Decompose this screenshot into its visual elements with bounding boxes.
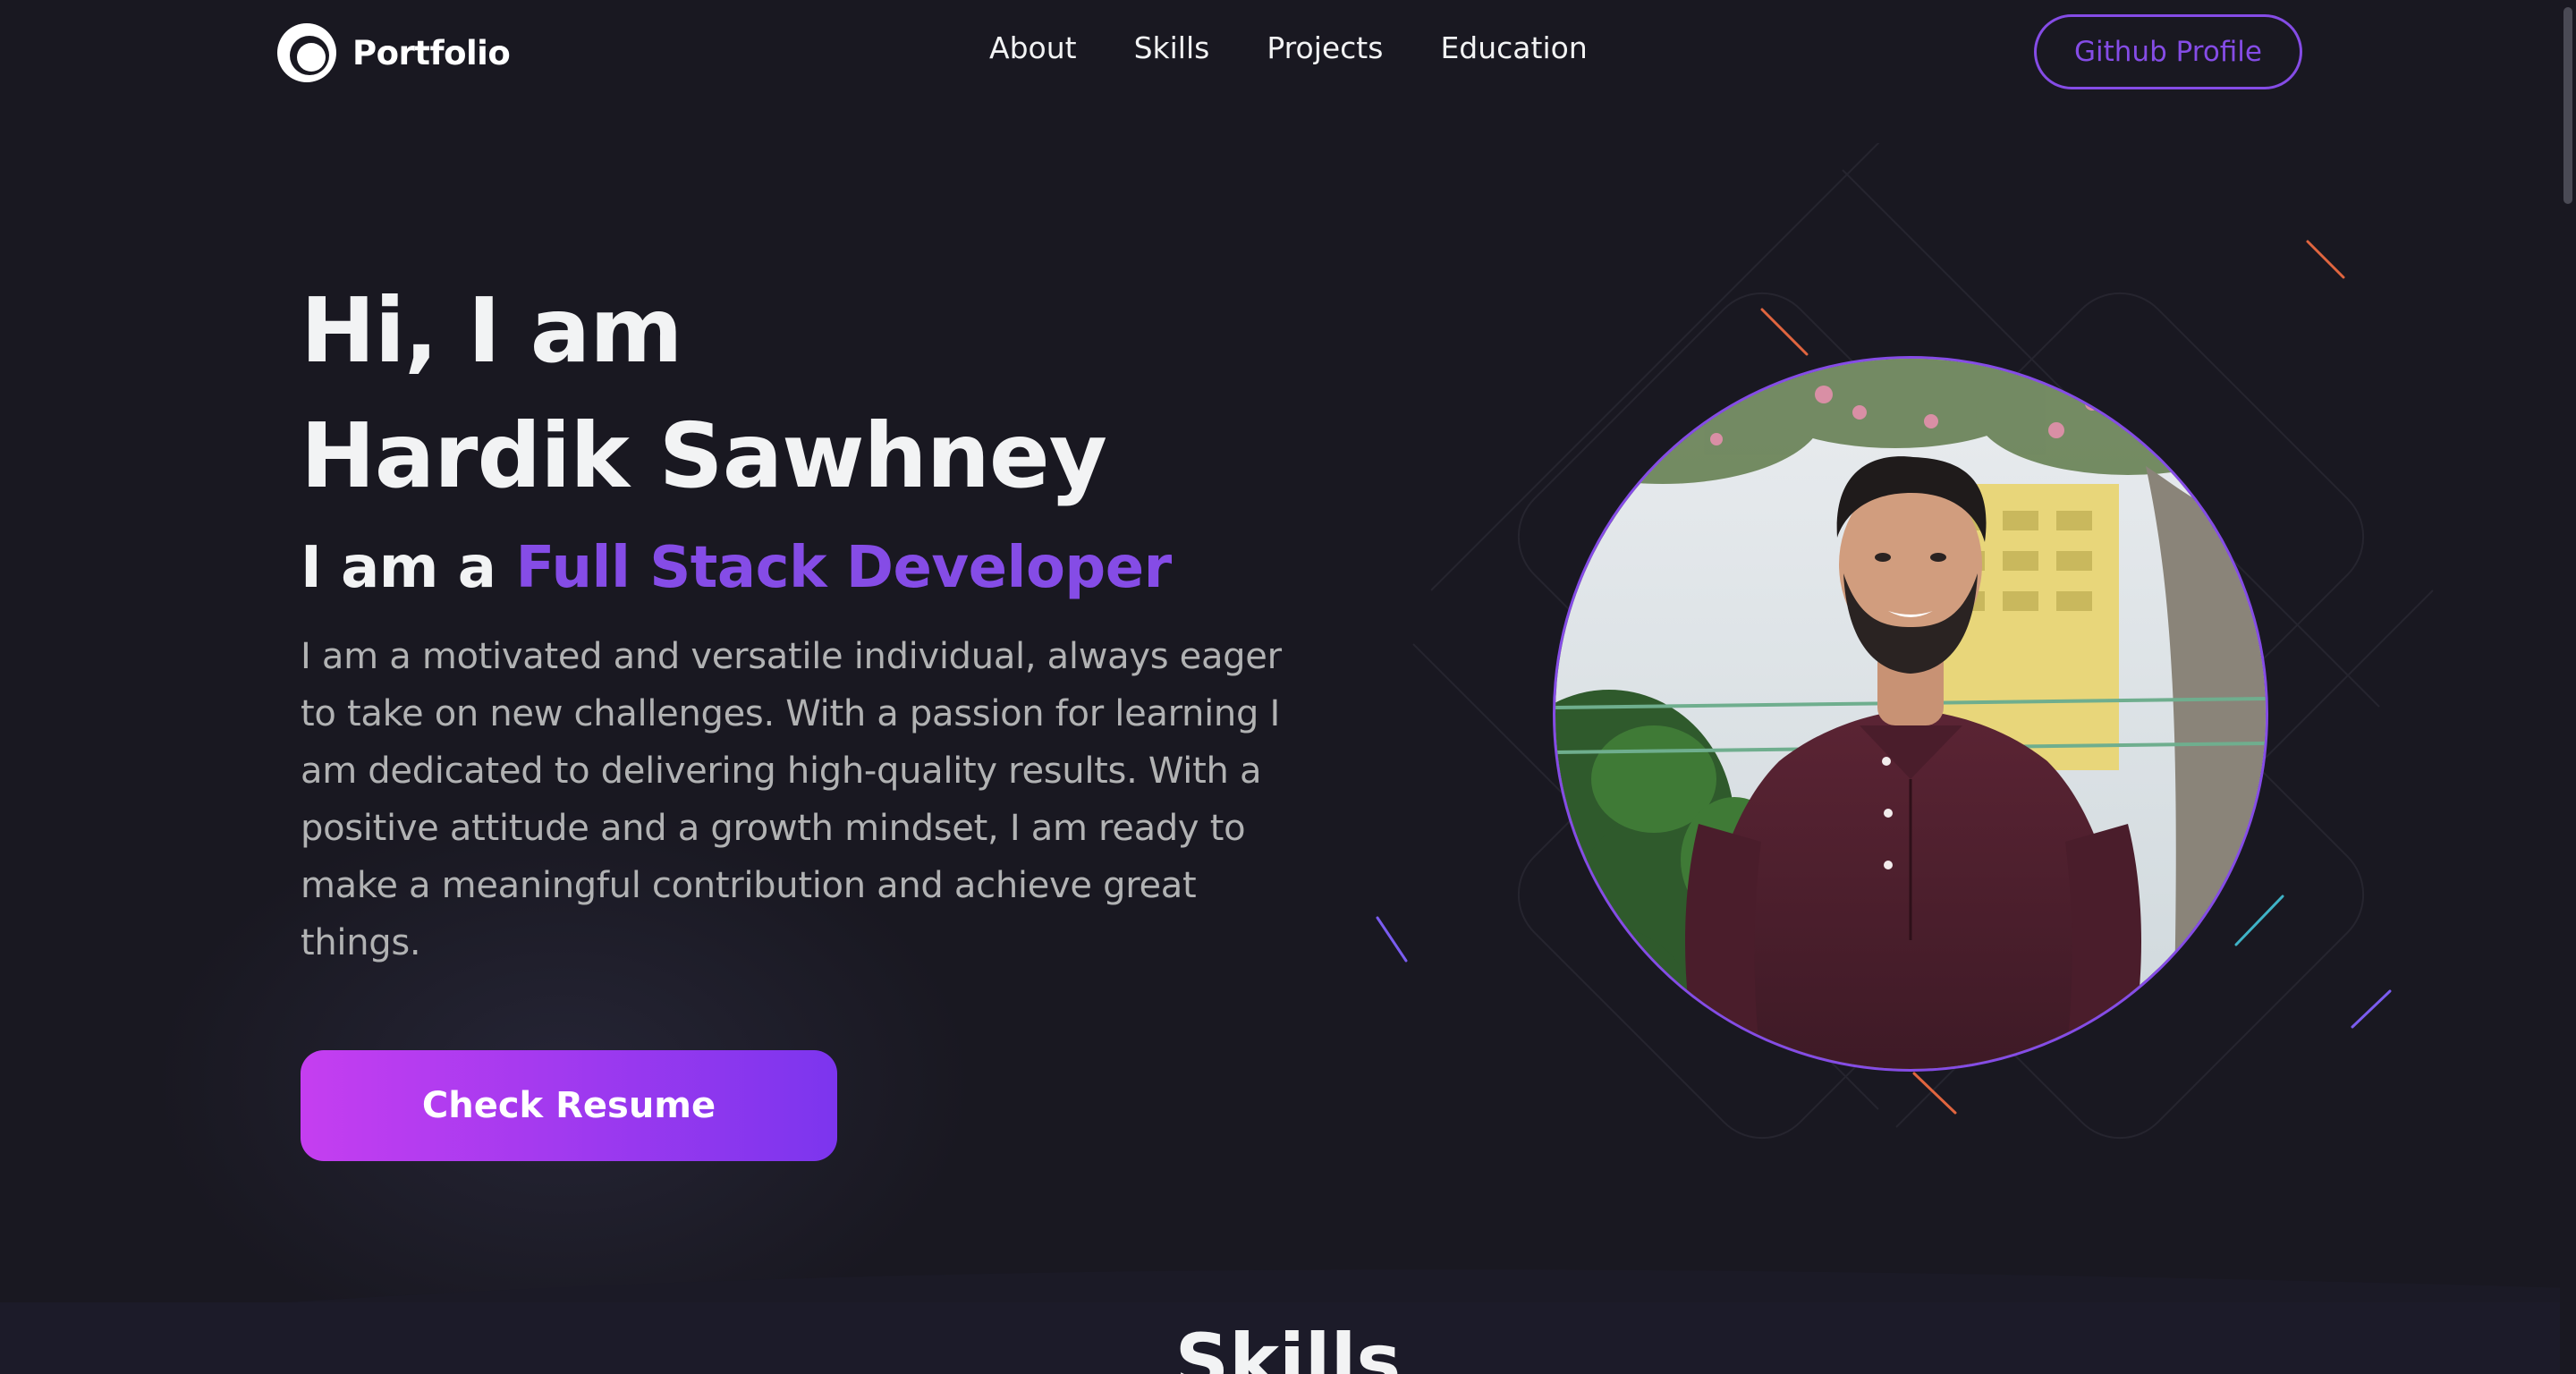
scrollbar[interactable] bbox=[2560, 0, 2576, 1374]
role-prefix: I am a bbox=[301, 535, 496, 601]
logo-icon bbox=[277, 23, 336, 82]
navbar: Portfolio About Skills Projects Educatio… bbox=[0, 0, 2576, 104]
nav-link-projects[interactable]: Projects bbox=[1267, 30, 1383, 65]
nav-link-about[interactable]: About bbox=[989, 30, 1077, 65]
nav-links: About Skills Projects Education bbox=[989, 30, 1588, 65]
skills-section-title: Skills bbox=[1174, 1318, 1402, 1374]
logo-text: Portfolio bbox=[352, 33, 511, 72]
profile-photo-illustration bbox=[1555, 359, 2266, 1069]
check-resume-button[interactable]: Check Resume bbox=[301, 1050, 837, 1161]
hero-description: I am a motivated and versatile individua… bbox=[301, 636, 1282, 963]
hero-text: Hi, I am Hardik Sawhney I am a Full Stack… bbox=[301, 268, 1329, 1007]
skills-section: Skills bbox=[0, 1302, 2576, 1374]
nav-link-skills[interactable]: Skills bbox=[1134, 30, 1210, 65]
nav-link-education[interactable]: Education bbox=[1440, 30, 1587, 65]
portfolio-page: Portfolio About Skills Projects Educatio… bbox=[0, 0, 2576, 1374]
hero-title: Hi, I am Hardik Sawhney bbox=[301, 268, 1329, 519]
role-line: I am a Full Stack Developer bbox=[301, 528, 1329, 608]
logo-link[interactable]: Portfolio bbox=[275, 21, 511, 84]
role-text: Full Stack Developer bbox=[515, 535, 1172, 601]
hero-greeting: Hi, I am bbox=[301, 278, 682, 383]
github-profile-button[interactable]: Github Profile bbox=[2034, 14, 2302, 89]
profile-photo bbox=[1553, 356, 2268, 1072]
scrollbar-thumb[interactable] bbox=[2563, 7, 2572, 204]
hero-name: Hardik Sawhney bbox=[301, 403, 1107, 508]
